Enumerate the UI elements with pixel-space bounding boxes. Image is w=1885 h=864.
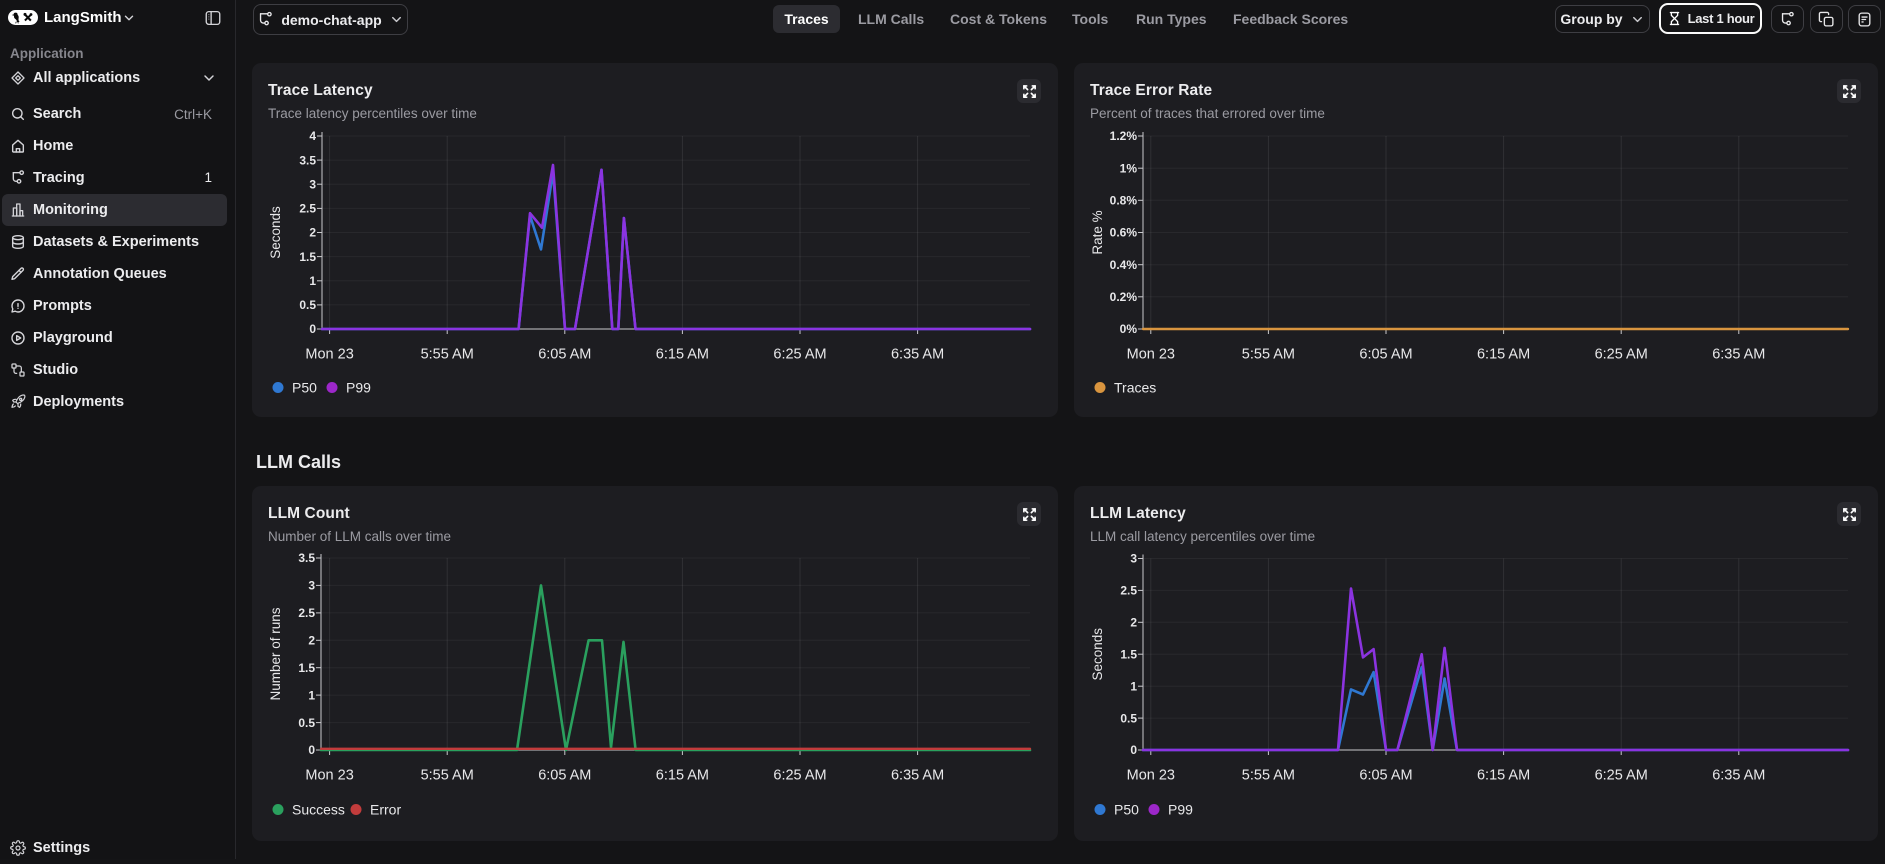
svg-text:1.5: 1.5 [299, 250, 316, 264]
svg-text:Mon 23: Mon 23 [305, 347, 353, 363]
svg-text:6:25 AM: 6:25 AM [1595, 768, 1648, 784]
svg-text:Success: Success [292, 801, 345, 817]
svg-text:6:05 AM: 6:05 AM [538, 347, 591, 363]
svg-text:3: 3 [1130, 552, 1137, 566]
svg-text:6:35 AM: 6:35 AM [1712, 768, 1765, 784]
svg-text:6:05 AM: 6:05 AM [1359, 347, 1412, 363]
svg-text:2: 2 [1130, 616, 1137, 630]
svg-text:1.5: 1.5 [1120, 647, 1137, 661]
svg-text:1.5: 1.5 [298, 661, 315, 675]
svg-text:0.5: 0.5 [299, 298, 316, 312]
svg-text:6:25 AM: 6:25 AM [1595, 347, 1648, 363]
svg-text:0.4%: 0.4% [1110, 258, 1138, 272]
svg-text:0%: 0% [1120, 322, 1138, 336]
svg-text:2.5: 2.5 [1120, 584, 1137, 598]
svg-text:6:25 AM: 6:25 AM [773, 768, 826, 784]
svg-text:6:35 AM: 6:35 AM [891, 768, 944, 784]
svg-text:1%: 1% [1120, 161, 1138, 175]
svg-text:P99: P99 [1168, 801, 1193, 817]
svg-text:3.5: 3.5 [298, 551, 315, 565]
svg-text:Mon 23: Mon 23 [1127, 768, 1175, 784]
svg-text:0.6%: 0.6% [1110, 226, 1138, 240]
svg-text:P50: P50 [1114, 801, 1139, 817]
svg-text:6:15 AM: 6:15 AM [1477, 347, 1530, 363]
svg-text:4: 4 [309, 129, 316, 143]
svg-text:6:15 AM: 6:15 AM [656, 347, 709, 363]
svg-text:3: 3 [308, 579, 315, 593]
svg-text:2.5: 2.5 [299, 202, 316, 216]
svg-text:0: 0 [309, 322, 316, 336]
svg-text:Seconds: Seconds [1090, 628, 1105, 681]
svg-text:1: 1 [1130, 679, 1137, 693]
svg-text:2: 2 [309, 226, 316, 240]
svg-text:0.5: 0.5 [298, 716, 315, 730]
svg-text:3.5: 3.5 [299, 153, 316, 167]
svg-text:6:35 AM: 6:35 AM [891, 347, 944, 363]
svg-text:Error: Error [370, 801, 401, 817]
svg-text:3: 3 [309, 178, 316, 192]
svg-text:Traces: Traces [1114, 379, 1156, 395]
svg-text:0.8%: 0.8% [1110, 194, 1138, 208]
svg-text:Mon 23: Mon 23 [305, 768, 353, 784]
svg-text:5:55 AM: 5:55 AM [421, 768, 474, 784]
svg-text:6:05 AM: 6:05 AM [538, 768, 591, 784]
svg-text:5:55 AM: 5:55 AM [1242, 347, 1295, 363]
svg-text:6:15 AM: 6:15 AM [1477, 768, 1530, 784]
svg-text:Mon 23: Mon 23 [1127, 347, 1175, 363]
svg-text:6:25 AM: 6:25 AM [773, 347, 826, 363]
svg-text:1: 1 [309, 274, 316, 288]
svg-text:6:15 AM: 6:15 AM [656, 768, 709, 784]
svg-text:0.5: 0.5 [1120, 711, 1137, 725]
svg-text:5:55 AM: 5:55 AM [421, 347, 474, 363]
svg-text:2: 2 [308, 634, 315, 648]
svg-text:5:55 AM: 5:55 AM [1242, 768, 1295, 784]
svg-text:Rate %: Rate % [1090, 210, 1105, 254]
svg-text:0.2%: 0.2% [1110, 290, 1138, 304]
svg-text:P99: P99 [346, 379, 371, 395]
svg-text:6:35 AM: 6:35 AM [1712, 347, 1765, 363]
svg-text:Seconds: Seconds [268, 206, 283, 259]
svg-text:P50: P50 [292, 379, 317, 395]
svg-text:2.5: 2.5 [298, 606, 315, 620]
svg-text:Number of runs: Number of runs [268, 607, 283, 700]
svg-text:6:05 AM: 6:05 AM [1359, 768, 1412, 784]
svg-text:0: 0 [308, 743, 315, 757]
svg-text:0: 0 [1130, 743, 1137, 757]
svg-text:1.2%: 1.2% [1110, 129, 1138, 143]
svg-text:1: 1 [308, 688, 315, 702]
